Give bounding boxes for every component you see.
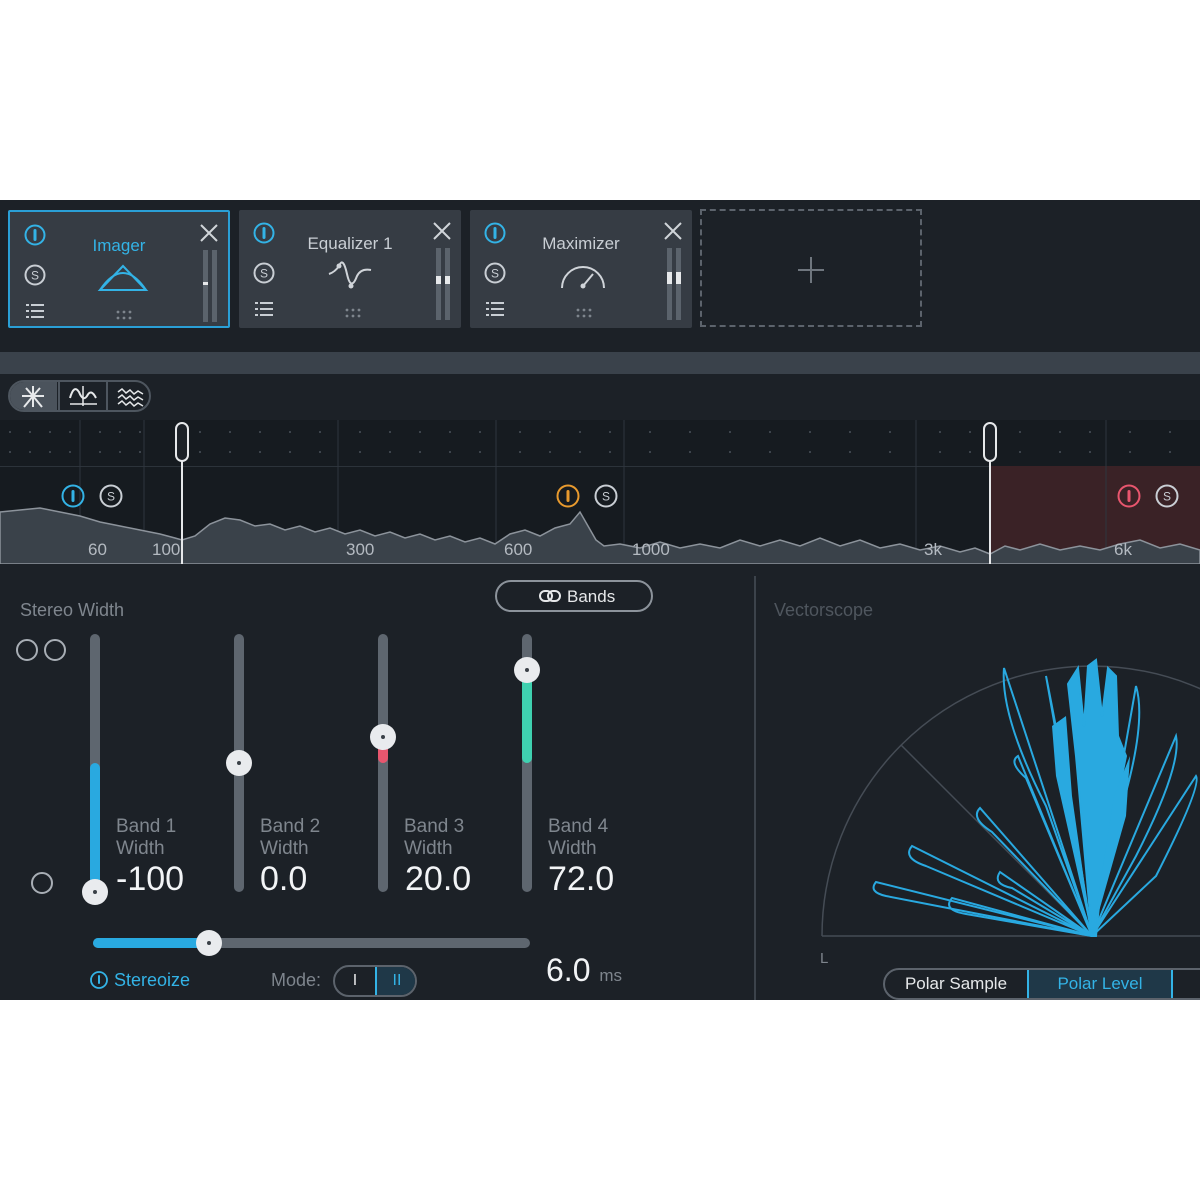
drag-grip-icon[interactable] xyxy=(575,308,593,318)
mode-toggle[interactable]: I II xyxy=(333,965,417,997)
solo-icon[interactable]: S xyxy=(253,262,275,284)
freq-label: 300 xyxy=(346,540,375,559)
band3-solo-icon[interactable]: S xyxy=(594,484,618,508)
close-icon[interactable] xyxy=(198,222,220,244)
delay-readout[interactable]: 6.0 ms xyxy=(546,952,622,989)
module-title: Imager xyxy=(92,236,146,255)
svg-text:S: S xyxy=(491,267,499,281)
module-title: Maximizer xyxy=(542,234,620,253)
stereo-spread-icon xyxy=(22,386,44,408)
menu-list-icon[interactable] xyxy=(484,298,506,320)
bands-label: Bands xyxy=(567,587,616,606)
slider-fill xyxy=(522,670,532,763)
crossover-handle-1[interactable] xyxy=(175,422,189,462)
solo-icon[interactable]: S xyxy=(24,264,46,286)
eq-curve-icon xyxy=(328,261,372,289)
view-toggle[interactable] xyxy=(8,380,151,412)
left-channel-label: L xyxy=(820,950,829,967)
power-icon[interactable] xyxy=(24,224,46,246)
mono-circle-icon xyxy=(31,872,53,894)
module-imager[interactable]: S Imager xyxy=(8,210,230,328)
band4-power-icon[interactable] xyxy=(1117,484,1141,508)
band4-solo-icon[interactable]: S xyxy=(1155,484,1179,508)
svg-text:S: S xyxy=(107,490,115,504)
link-icon xyxy=(539,590,561,602)
svg-text:S: S xyxy=(260,267,268,281)
module-equalizer[interactable]: S Equalizer 1 xyxy=(239,210,461,328)
vectorscope-panel: Vectorscope L xyxy=(754,576,1200,1000)
freq-label: 600 xyxy=(504,540,533,559)
mode-label: Mode: xyxy=(271,970,322,990)
power-icon[interactable] xyxy=(253,222,275,244)
band1-width-value[interactable]: -100 xyxy=(116,860,184,899)
band4-width-value[interactable]: 72.0 xyxy=(548,860,614,899)
divider-band xyxy=(0,352,1200,374)
plus-icon xyxy=(798,257,824,283)
band3-name: Band 3 Width xyxy=(404,816,465,859)
band1-power-icon[interactable] xyxy=(61,484,85,508)
sine-wave-icon xyxy=(69,386,97,406)
module-maximizer[interactable]: S Maximizer xyxy=(470,210,692,328)
close-icon[interactable] xyxy=(431,220,453,242)
freq-label: 60 xyxy=(88,540,107,559)
freq-label: 3k xyxy=(924,540,942,559)
stereo-width-panel: Stereo Width Bands Band 1 Width -100 Ban… xyxy=(0,564,752,1000)
svg-text:S: S xyxy=(31,269,39,283)
solo-icon[interactable]: S xyxy=(484,262,506,284)
view-stereo-button[interactable] xyxy=(10,382,57,410)
band1-name: Band 1 Width xyxy=(116,816,177,859)
stereoize-delay-fill xyxy=(93,938,209,948)
band2-name: Band 2 Width xyxy=(260,816,321,859)
slider-knob[interactable] xyxy=(370,724,396,751)
polar-level-display xyxy=(821,658,1200,937)
power-icon[interactable] xyxy=(484,222,506,244)
level-meter xyxy=(436,248,450,320)
power-icon xyxy=(90,971,108,989)
spectrum-icon xyxy=(117,388,144,407)
band4-name: Band 4 Width xyxy=(548,816,609,859)
svg-text:S: S xyxy=(602,490,610,504)
stereoize-toggle[interactable]: Stereoize xyxy=(90,970,190,991)
tab-polar-level[interactable]: Polar Level xyxy=(1027,970,1173,998)
slider-fill xyxy=(90,763,100,892)
freq-label: 6k xyxy=(1114,540,1132,559)
level-meter xyxy=(667,248,681,320)
mode-i-button[interactable]: I xyxy=(335,967,375,995)
gauge-icon xyxy=(561,266,605,289)
slider-track xyxy=(378,634,388,892)
svg-text:S: S xyxy=(1163,490,1171,504)
mode-ii-button[interactable]: II xyxy=(375,967,415,995)
view-spectrum-button[interactable] xyxy=(106,382,149,410)
stereo-circles-icon xyxy=(16,639,66,661)
ozone-imager-window: S Imager S Equalizer 1 S Maximizer S S S… xyxy=(0,200,1200,1000)
freq-label: 100 xyxy=(152,540,181,559)
band2-width-value[interactable]: 0.0 xyxy=(260,860,307,899)
view-waveform-button[interactable] xyxy=(58,382,107,410)
drag-grip-icon[interactable] xyxy=(115,310,133,320)
module-title: Equalizer 1 xyxy=(307,234,393,253)
menu-list-icon[interactable] xyxy=(24,300,46,322)
imager-graphic-icon xyxy=(97,264,149,291)
crossover-handle-3[interactable] xyxy=(983,422,997,462)
panel-title: Stereo Width xyxy=(20,600,125,620)
drag-grip-icon[interactable] xyxy=(344,308,362,318)
band1-solo-icon[interactable]: S xyxy=(99,484,123,508)
menu-list-icon[interactable] xyxy=(253,298,275,320)
tab-polar-sample[interactable]: Polar Sample xyxy=(885,970,1027,998)
close-icon[interactable] xyxy=(662,220,684,242)
spectrum-display[interactable]: S S S 60 100 300 600 1000 3k 6k xyxy=(0,420,1200,564)
link-bands-button[interactable]: Bands xyxy=(495,580,653,612)
module-chain: S Imager S Equalizer 1 S Maximizer xyxy=(0,200,1200,350)
slider-knob[interactable] xyxy=(82,879,108,905)
slider-knob[interactable] xyxy=(226,750,252,776)
slider-knob[interactable] xyxy=(514,657,540,684)
band3-power-icon[interactable] xyxy=(556,484,580,508)
band3-width-value[interactable]: 20.0 xyxy=(405,860,471,899)
polar-mode-tabs[interactable]: Polar Sample Polar Level xyxy=(883,968,1200,1000)
level-meter xyxy=(203,250,217,322)
stereoize-delay-knob[interactable] xyxy=(196,930,222,956)
freq-label: 1000 xyxy=(632,540,670,559)
add-module-slot[interactable] xyxy=(700,209,922,327)
